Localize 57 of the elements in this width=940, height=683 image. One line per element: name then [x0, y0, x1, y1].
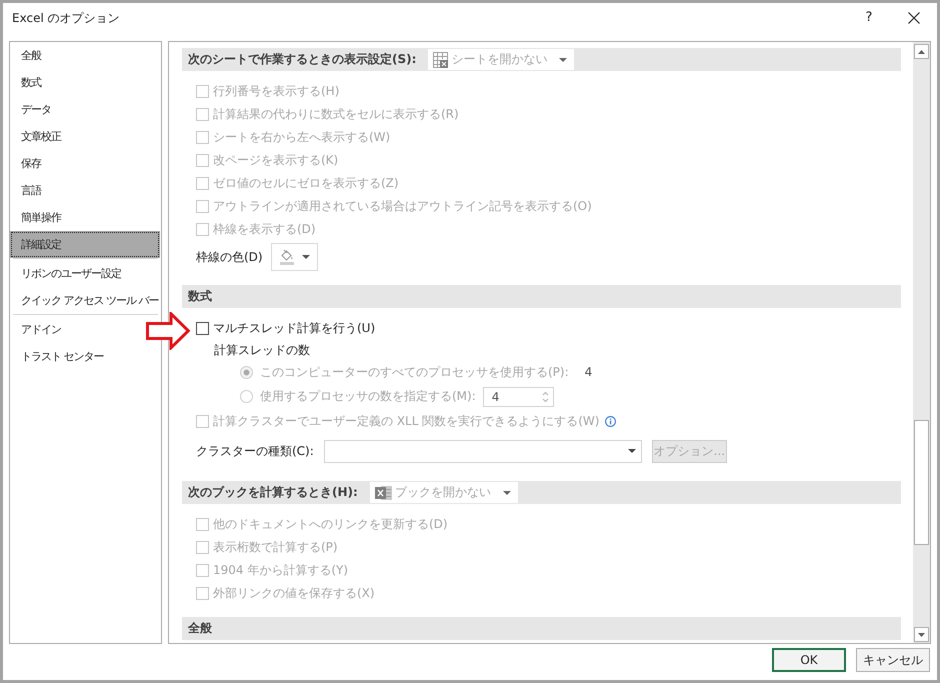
sidebar-item[interactable]: 言語: [10, 177, 42, 204]
scrollbar-thumb[interactable]: [914, 420, 929, 545]
close-icon: [908, 12, 920, 24]
section-title: 次のブックを計算するとき(H):: [188, 484, 358, 501]
checkbox-label: 改ページを表示する(K): [213, 152, 338, 169]
radio-label: このコンピューターのすべてのプロセッサを使用する(P):: [260, 364, 569, 380]
sidebar-item[interactable]: クイック アクセス ツール バー: [10, 287, 160, 314]
down-arrow-icon: [918, 632, 925, 636]
checkbox-label: 他のドキュメントへのリンクを更新する(D): [213, 516, 448, 533]
processor-count: 4: [584, 365, 592, 379]
checkbox[interactable]: [196, 322, 209, 335]
sidebar-item[interactable]: 保存: [10, 150, 42, 177]
sidebar-item[interactable]: 詳細設定: [10, 231, 160, 258]
checkbox-label: 枠線を表示する(D): [213, 221, 316, 238]
caret-icon: [502, 490, 511, 494]
close-button[interactable]: [907, 10, 921, 26]
dialog-button[interactable]: キャンセル: [856, 648, 930, 672]
x-file-icon: [374, 484, 392, 500]
checkbox-label: 計算クラスターでユーザー定義の XLL 関数を実行できるようにする(W): [213, 413, 600, 430]
section-title: 数式: [188, 288, 212, 305]
color-label: 枠線の色(D): [196, 248, 263, 266]
sidebar-item[interactable]: トラスト センター: [10, 343, 104, 370]
checkbox-label: 1904 年から計算する(Y): [213, 562, 348, 579]
checkbox-label: 行列番号を表示する(H): [213, 83, 340, 100]
sidebar-item[interactable]: 文章校正: [10, 123, 62, 150]
group-label: 計算スレッドの数: [214, 342, 310, 359]
caret-icon: [628, 449, 636, 453]
section-title: 全般: [188, 620, 212, 637]
checkbox-label: 計算結果の代わりに数式をセルに表示する(R): [213, 106, 459, 123]
checkbox-label: アウトラインが適用されている場合はアウトライン記号を表示する(O): [213, 198, 592, 215]
paint-bucket-icon: [278, 249, 295, 265]
sidebar-item[interactable]: 数式: [10, 69, 42, 96]
help-button[interactable]: ?: [862, 10, 876, 26]
sidebar-item[interactable]: アドイン: [10, 316, 62, 343]
sidebar-item[interactable]: 全般: [10, 42, 42, 69]
grid-icon: [433, 52, 448, 68]
caret-icon: [302, 255, 310, 259]
checkbox-label: 外部リンクの値を保存する(X): [213, 585, 375, 602]
color-picker-button[interactable]: [270, 243, 318, 271]
checkbox-label: シートを右から左へ表示する(W): [213, 129, 390, 146]
radio-label: 使用するプロセッサの数を指定する(M):: [260, 388, 476, 405]
checkbox-label: マルチスレッド計算を行う(U): [213, 320, 376, 337]
up-arrow-icon: [918, 50, 925, 54]
checkbox-label: ゼロ値のセルにゼロを表示する(Z): [213, 175, 399, 192]
sidebar-item[interactable]: データ: [10, 96, 52, 123]
combo-field[interactable]: [324, 440, 642, 462]
dialog-button[interactable]: OK: [772, 648, 846, 672]
spin-arrows-icon: [542, 390, 549, 402]
scroll-down-button[interactable]: [914, 627, 929, 642]
sidebar-item[interactable]: リボンのユーザー設定: [10, 260, 122, 287]
section-title: 次のシートで作業するときの表示設定(S):: [188, 51, 416, 68]
scroll-up-button[interactable]: [914, 44, 929, 59]
combo-label: クラスターの種類(C):: [196, 442, 314, 460]
checkbox-label: 表示桁数で計算する(P): [213, 539, 338, 556]
caret-icon: [559, 58, 568, 62]
window-title: Excel のオプション: [12, 10, 121, 26]
sidebar-item[interactable]: 簡単操作: [10, 204, 62, 231]
